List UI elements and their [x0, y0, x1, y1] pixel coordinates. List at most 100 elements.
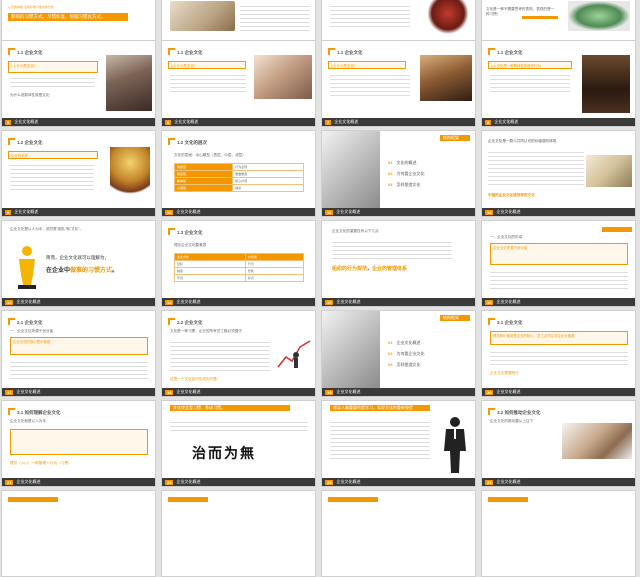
slide-title: 3.2 如何推动企业文化: [488, 408, 541, 416]
food-photo: [170, 1, 235, 31]
slide-footer: 14 企业文化概述: [162, 298, 315, 306]
agenda-item[interactable]: 02 为何要企业文化: [388, 168, 424, 179]
slide-thumbnail[interactable]: 1.1 企业文化 1.3 什么是文化？ 7 企业文化概述: [321, 40, 476, 127]
slide-subtext: 心灵的体验 活动标准习惯化的方式: [8, 5, 54, 9]
footer-label: 企业文化概述: [16, 389, 41, 394]
table-row: 制度 形象: [174, 267, 305, 275]
slide-title: 3.1 如何理解企业文化: [8, 408, 61, 416]
slide-footer: 17 企业文化概述: [2, 388, 155, 396]
table-row: 精神层 核心价值: [173, 177, 304, 185]
slide-footer: 12 企业文化概述: [482, 208, 635, 216]
slide-footer: 16 企业文化概述: [482, 298, 635, 306]
slide-thumbnail[interactable]: 3.2 如何推动企业文化 企业文化的推动要从上往下 24 企业文化概述: [481, 400, 636, 487]
side-label: 结构框架: [440, 135, 470, 141]
slide-thumbnail[interactable]: [321, 490, 476, 577]
slide-thumbnail[interactable]: [161, 490, 316, 577]
slide-conclusion: 中国的企业文化是领导的文化: [488, 193, 535, 197]
footer-label: 企业文化概述: [496, 389, 521, 394]
agenda-item[interactable]: 03 怎样塑造文化: [388, 359, 424, 370]
slide-footer: 22 企业文化概述: [162, 478, 315, 486]
slide-thumbnail[interactable]: 1.2 企业文化 文化的本质 9 企业文化概述: [1, 130, 156, 217]
slide-text: [170, 72, 246, 94]
footer-label: 企业文化概述: [174, 119, 199, 124]
slide-thumbnail[interactable]: [1, 490, 156, 577]
footer-label: 企业文化概述: [16, 479, 41, 484]
agenda-list: 01 文化的概述 02 为何要企业文化 03 怎样塑造文化: [388, 157, 424, 190]
slide-thumbnail[interactable]: 企业文化的重要性有以下几点 组织的行为规范，企业的管理体系 15 企业文化概述: [321, 220, 476, 307]
slide-text: [490, 349, 628, 367]
slide-number: 19: [325, 389, 334, 395]
slide-thumbnail[interactable]: 一、企业文化的形成 企业文化来源于创业者 16 企业文化概述: [481, 220, 636, 307]
warrior-statue-photo: [428, 0, 468, 35]
agenda-item[interactable]: 01 文化的概述: [388, 157, 424, 168]
slide-text: 企业文化是以人为本，说的是“团队”和“文化”。: [10, 227, 84, 231]
footer-label: 企业文化概述: [176, 479, 201, 484]
footer-label: 企业文化概述: [176, 389, 201, 394]
slide-title: 1.1 企业文化: [328, 48, 363, 56]
slide-footer: 11 企业文化概述: [322, 208, 475, 216]
table-cell: 企业文化: [174, 253, 246, 261]
slide-thumbnail[interactable]: 2.2 企业文化 文化是一种习惯，企业的所有员工都必须遵守 这是一个文化如何形成…: [161, 310, 316, 397]
footer-label: 企业文化概述: [496, 209, 521, 214]
slide-footer: 5 企业文化概述: [2, 118, 155, 126]
slide-text: 一、企业文化的形成: [490, 235, 523, 239]
agenda-item[interactable]: 01 企业文化概述: [388, 337, 424, 348]
slide-number: 21: [5, 479, 14, 485]
agenda-item[interactable]: 03 怎样塑造文化: [388, 179, 424, 190]
buddha-statue-image: [110, 147, 150, 199]
agenda-list: 01 企业文化概述 02 为何要企业文化 03 怎样塑造文化: [388, 337, 424, 370]
slide-thumbnail[interactable]: 1.1 企业文化 1.4 文化是一种群体性的组织行为 8 企业文化概述: [481, 40, 636, 127]
slide-callout: 理念和价值观是企业的核心，员工必须认同企业价值观: [490, 331, 628, 345]
slide-thumbnail[interactable]: 3.1 如何理解企业文化 企业文化就是以人为本 理念（人心）一种管理 + 行为（…: [1, 400, 156, 487]
slide-callout: 文化的本质: [8, 151, 98, 159]
slide-footer: 7 企业文化概述: [322, 118, 475, 126]
spartacus-poster: [582, 55, 630, 113]
drum-photo: [568, 1, 630, 31]
slide-thumbnail[interactable]: 企业文化是一群人共同认可的价值观的体现 中国的企业文化是领导的文化 12 企业文化…: [481, 130, 636, 217]
crowd-photo: [106, 55, 152, 111]
slide-number: 9: [5, 209, 12, 215]
slide-thumbnail[interactable]: 企业文化是以人为本，说的是“团队”和“文化”。 简而，企业文化就可以理解为， 在…: [1, 220, 156, 307]
slide-thumbnail[interactable]: [481, 490, 636, 577]
slide-thumbnail[interactable]: 3.1 企业文化 理念和价值观是企业的核心，员工必须认同企业价值观 企业文化需要…: [481, 310, 636, 397]
slide-number: 24: [485, 479, 494, 485]
footer-label: 企业文化概述: [336, 209, 361, 214]
footer-label: 企业文化概述: [16, 299, 41, 304]
family-photo: [254, 55, 312, 99]
slide-number: 23: [325, 479, 334, 485]
slide-text: 一、企业文化来源于创业者: [10, 329, 54, 333]
table-cell: 标识: [244, 274, 305, 282]
footer-label: 企业文化概述: [334, 119, 359, 124]
slide-thumbnail[interactable]: 1.1 企业文化 1.1 什么是文化？ 为什么说群体性就是文化 5 企业文化概述: [1, 40, 156, 127]
slide-thumbnail[interactable]: 1.3 企业文化 理论企业文化要素表 企业文化 价值观 目标 行为 制度 形象 环境标…: [161, 220, 316, 307]
slide-number: 18: [165, 389, 174, 395]
slide-callout: [10, 429, 148, 455]
footer-label: 企业文化概述: [14, 209, 39, 214]
slide-callout: 企业文化的核心是价值观: [10, 337, 148, 355]
slide-footer: 13 企业文化概述: [2, 298, 155, 306]
slide-footer: 21 企业文化概述: [2, 478, 155, 486]
footer-label: 企业文化概述: [336, 479, 361, 484]
slide-callout: 1.2 什么是文化？: [168, 61, 246, 69]
slide-thumbnail[interactable]: 结构框架 01 企业文化概述 02 为何要企业文化 03 怎样塑造文化 19 企业文化概…: [321, 310, 476, 397]
table-row: 目标 行为: [174, 260, 305, 268]
footer-label: 企业文化概述: [496, 479, 521, 484]
slide-footer: 9 企业文化概述: [2, 208, 155, 216]
slide-title: 1.1 企业文化: [8, 48, 43, 56]
slide-number: 8: [485, 119, 492, 125]
table-row: 制度层 规章制度: [173, 170, 304, 178]
slide-thumbnail[interactable]: 结构框架 01 文化的概述 02 为何要企业文化 03 怎样塑造文化 11 企业文化概述: [321, 130, 476, 217]
table-cell: 环境: [174, 274, 246, 282]
slide-title: 1.1 企业文化: [488, 48, 523, 56]
slide-text: [490, 269, 628, 291]
slide-thumbnail[interactable]: 2.1 企业文化 一、企业文化来源于创业者 企业文化的核心是价值观 17 企业文化…: [1, 310, 156, 397]
slide-callout: 1.3 什么是文化？: [328, 61, 406, 69]
slide-text: [10, 162, 94, 192]
slide-title: 2.1 企业文化: [8, 318, 43, 326]
slide-thumbnail[interactable]: 1.1 企业文化 1.2 什么是文化？ 6 企业文化概述: [161, 40, 316, 127]
slide-footer: 18 企业文化概述: [162, 388, 315, 396]
slide-thumbnail[interactable]: 文化完全是习惯，养成习惯。 治而为無 22 企业文化概述: [161, 400, 316, 487]
agenda-item[interactable]: 02 为何要企业文化: [388, 348, 424, 359]
slide-thumbnail[interactable]: 1.2 文化的层次 文化的层面：冰山模型（表层、中层、深层） 物质层 行为表现 制…: [161, 130, 316, 217]
slide-thumbnail[interactable]: 领导人最重要的是学习，实现文化的重新塑造 23 企业文化概述: [321, 400, 476, 487]
